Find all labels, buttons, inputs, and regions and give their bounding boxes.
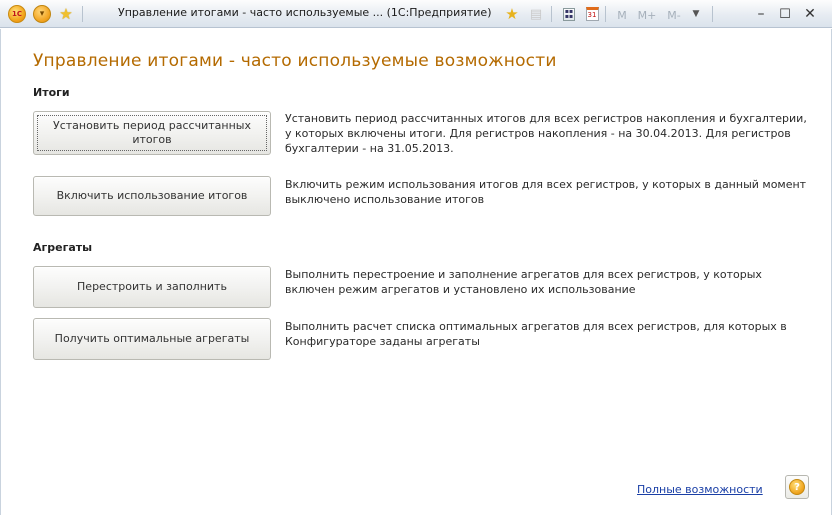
add-to-favorites-icon[interactable]: ★	[503, 5, 521, 23]
section-aggregates-label: Агрегаты	[33, 241, 93, 254]
logo-text: 1С	[11, 10, 22, 18]
enable-totals-description: Включить режим использования итогов для …	[285, 178, 807, 206]
app-window: 1С ▾ ★ Управление итогами - часто исполь…	[0, 0, 832, 515]
get-optimal-aggregates-description: Выполнить расчет списка оптимальных агре…	[285, 320, 787, 348]
page-title: Управление итогами - часто используемые …	[33, 51, 557, 71]
calculator-icon[interactable]: ▪▪ ▪▪	[560, 5, 578, 23]
memory-m-button[interactable]: M	[613, 6, 631, 24]
separator	[82, 6, 83, 22]
full-features-link[interactable]: Полные возможности	[637, 483, 763, 496]
set-period-button[interactable]: Установить период рассчитанных итогов	[33, 111, 271, 155]
main-menu-chevron-icon[interactable]: ▾	[33, 5, 51, 23]
rebuild-fill-description: Выполнить перестроение и заполнение агре…	[285, 268, 762, 296]
favorite-star-icon[interactable]: ★	[57, 5, 75, 23]
form-content: Управление итогами - часто используемые …	[0, 29, 832, 515]
section-totals-label: Итоги	[33, 86, 70, 99]
help-button[interactable]: ?	[785, 475, 809, 499]
enable-totals-button[interactable]: Включить использование итогов	[33, 176, 271, 216]
title-bar: 1С ▾ ★ Управление итогами - часто исполь…	[0, 0, 832, 28]
close-icon[interactable]: ✕	[801, 5, 819, 23]
toolbar-dropdown-icon[interactable]: ▼	[687, 5, 705, 23]
maximize-icon[interactable]: ☐	[776, 5, 794, 23]
calendar-day: 31	[585, 7, 599, 21]
memory-plus-button[interactable]: M+	[635, 6, 659, 24]
separator	[551, 6, 552, 22]
1c-logo-icon[interactable]: 1С	[8, 5, 26, 23]
calendar-icon[interactable]: 31	[583, 5, 601, 23]
help-icon: ?	[789, 479, 805, 495]
rebuild-fill-button[interactable]: Перестроить и заполнить	[33, 266, 271, 308]
separator	[605, 6, 606, 22]
history-icon[interactable]: ▤	[527, 5, 545, 23]
window-title: Управление итогами - часто используемые …	[118, 6, 492, 19]
separator	[712, 6, 713, 22]
get-optimal-aggregates-button[interactable]: Получить оптимальные агрегаты	[33, 318, 271, 360]
set-period-description: Установить период рассчитанных итогов дл…	[285, 112, 807, 155]
memory-minus-button[interactable]: M-	[663, 6, 685, 24]
minimize-icon[interactable]: –	[752, 5, 770, 23]
